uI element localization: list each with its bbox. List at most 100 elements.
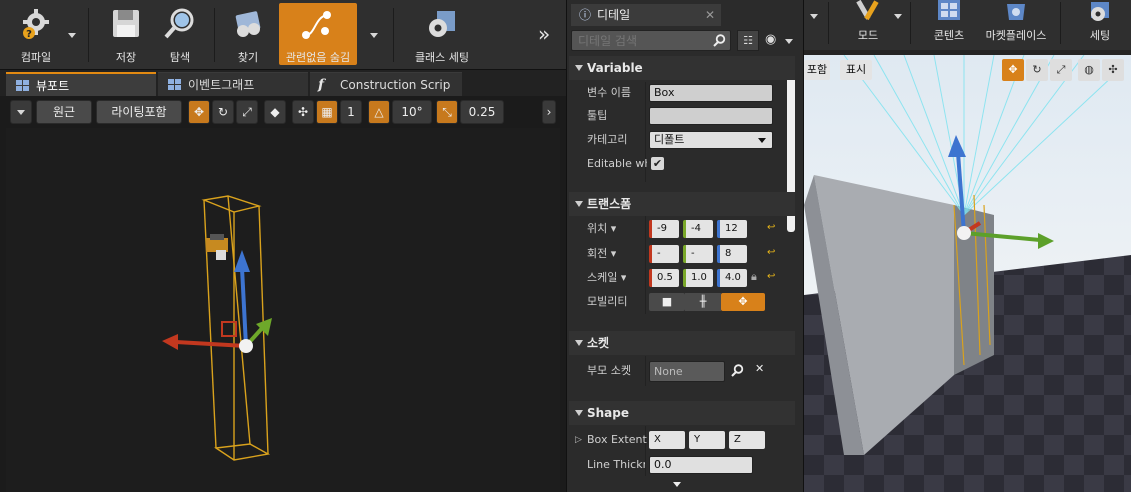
scale-mode-icon[interactable]: ⤢ <box>236 100 258 124</box>
toolbar-divider <box>393 8 394 62</box>
mobility-movable-button[interactable]: ✥ <box>721 293 765 311</box>
surface-snapping-icon[interactable]: ✣ <box>1102 59 1124 81</box>
svg-text:?: ? <box>26 29 32 40</box>
modes-tools-icon <box>856 0 879 21</box>
visibility-options-chevron-icon[interactable] <box>785 39 793 44</box>
find-button[interactable]: 찾기 <box>220 3 276 65</box>
browse-button[interactable]: 탐색 <box>152 3 208 65</box>
scale-snap-value[interactable]: 0.25 <box>460 100 504 124</box>
parent-socket-field[interactable]: None <box>649 361 725 382</box>
rotation-y-field[interactable]: - <box>683 245 713 263</box>
variable-name-field[interactable]: Box <box>649 84 773 102</box>
rotation-x-field[interactable]: - <box>649 245 679 263</box>
rotation-label[interactable]: 회전 ▾ <box>587 245 616 263</box>
reset-rotation-icon[interactable]: ↩ <box>767 247 775 258</box>
rotate-mode-icon[interactable]: ↻ <box>1026 59 1048 81</box>
viewport-options-button[interactable] <box>10 100 32 124</box>
marketplace-icon <box>1007 4 1025 20</box>
reset-scale-icon[interactable]: ↩ <box>767 271 775 282</box>
tooltip-field[interactable] <box>649 107 773 125</box>
compile-button[interactable]: ? 컴파일 <box>6 3 66 65</box>
rotation-snap-value[interactable]: 10° <box>392 100 432 124</box>
lit-view-mode-button[interactable]: 라이팅포함 <box>96 100 182 124</box>
tab-construction-script[interactable]: f Construction Scrip <box>310 72 462 96</box>
scale-x-field[interactable]: 0.5 <box>649 269 679 287</box>
section-shape[interactable]: Shape <box>569 401 795 425</box>
content-browser-icon <box>938 0 960 20</box>
tab-event-graph[interactable]: 이벤트그래프 <box>158 72 308 96</box>
location-x-field[interactable]: -9 <box>649 220 679 238</box>
rotate-mode-icon[interactable]: ↻ <box>212 100 234 124</box>
category-chevron-down-icon <box>758 138 766 143</box>
lock-scale-icon[interactable]: 🔒︎ <box>751 270 757 284</box>
line-thickness-field[interactable]: 0.0 <box>649 456 753 474</box>
class-settings-button[interactable]: 클래스 세팅 <box>402 3 482 65</box>
details-search-input[interactable] <box>571 30 731 51</box>
show-flags-button[interactable]: 표시 <box>840 60 872 80</box>
hide-unrelated-button[interactable]: 관련없음 숨김 <box>279 3 357 65</box>
grid-snap-value[interactable]: 1 <box>340 100 362 124</box>
local-world-icon[interactable]: ✣ <box>292 100 314 124</box>
viewport-realtime-chip[interactable]: 포함 <box>804 60 830 80</box>
mobility-stationary-button[interactable]: ╫ <box>685 293 721 311</box>
box-extent-expand-icon[interactable]: ▷ <box>575 431 582 449</box>
tab-viewport[interactable]: 뷰포트 <box>6 72 156 96</box>
rotation-label-text: 회전 <box>587 247 608 260</box>
more-properties-chevron-icon[interactable] <box>673 482 681 487</box>
scale-snap-icon[interactable]: ⤡ <box>436 100 458 124</box>
location-y-field[interactable]: -4 <box>683 220 713 238</box>
location-label[interactable]: 위치 ▾ <box>587 220 616 238</box>
magnifier-icon <box>164 8 194 39</box>
viewport-toolbar: 원근 라이팅포함 ✥ ↻ ⤢ ◆ ✣ ▦ 1 △ 10° ⤡ 0.25 › <box>6 98 560 128</box>
visibility-eye-icon[interactable]: ◉ <box>765 32 776 47</box>
grid-snap-icon[interactable]: ▦ <box>316 100 338 124</box>
perspective-button[interactable]: 원근 <box>36 100 92 124</box>
marketplace-label: 마켓플레이스 <box>985 29 1047 42</box>
mobility-static-button[interactable]: ■ <box>649 293 685 311</box>
scale-y-field[interactable]: 1.0 <box>683 269 713 287</box>
save-button[interactable]: 저장 <box>98 3 154 65</box>
toolbar-options-chevron-icon[interactable] <box>810 14 818 19</box>
close-icon[interactable]: ✕ <box>705 4 715 26</box>
translate-mode-icon[interactable]: ✥ <box>188 100 210 124</box>
level-viewport[interactable] <box>804 55 1131 492</box>
translate-mode-icon[interactable]: ✥ <box>1002 59 1024 81</box>
section-sockets[interactable]: 소켓 <box>569 331 795 355</box>
section-variable[interactable]: Variable <box>569 56 795 80</box>
compile-options-chevron-icon[interactable] <box>68 33 76 38</box>
modes-button[interactable]: 모드 <box>840 0 902 48</box>
scale-mode-icon[interactable]: ⤢ <box>1050 59 1072 81</box>
content-button[interactable]: 콘텐츠 <box>922 0 976 48</box>
box-extent-y-field[interactable]: Y <box>689 431 725 449</box>
section-transform[interactable]: 트랜스폼 <box>569 192 795 216</box>
world-space-icon[interactable]: ◍ <box>1078 59 1100 81</box>
clear-socket-icon[interactable]: ✕ <box>755 362 764 375</box>
reset-location-icon[interactable]: ↩ <box>767 222 775 233</box>
settings-button[interactable]: 세팅 <box>1072 0 1128 48</box>
category-label: 카테고리 <box>587 133 628 146</box>
modes-label: 모드 <box>857 29 879 42</box>
browse-socket-magnifier-icon[interactable] <box>731 364 744 377</box>
viewport-toolbar-expand-icon[interactable]: › <box>542 100 556 124</box>
box-extent-x-field[interactable]: X <box>649 431 685 449</box>
scale-z-field[interactable]: 4.0 <box>717 269 747 287</box>
tab-construction-script-label: Construction Scrip <box>340 78 451 92</box>
surface-snapping-icon[interactable]: ◆ <box>264 100 286 124</box>
rotation-snap-icon[interactable]: △ <box>368 100 390 124</box>
editable-when-inherited-checkbox[interactable]: ✔ <box>651 157 664 170</box>
save-label: 저장 <box>115 51 137 64</box>
binoculars-icon <box>235 11 261 37</box>
blueprint-viewport[interactable] <box>6 128 560 492</box>
rotation-z-field[interactable]: 8 <box>717 245 747 263</box>
box-extent-z-field[interactable]: Z <box>729 431 765 449</box>
details-tab[interactable]: ⓘ 디테일 ✕ <box>571 4 721 26</box>
scale-label[interactable]: 스케일 ▾ <box>587 269 626 287</box>
category-dropdown[interactable]: 디폴트 <box>649 131 773 149</box>
section-variable-label: Variable <box>587 61 643 75</box>
location-z-field[interactable]: 12 <box>717 220 747 238</box>
hide-unrelated-options-chevron-icon[interactable] <box>370 33 378 38</box>
toolbar-overflow-chevron-icon[interactable]: » <box>538 22 550 46</box>
property-matrix-icon[interactable]: ☷ <box>737 30 759 51</box>
marketplace-button[interactable]: 마켓플레이스 <box>980 0 1052 48</box>
hide-unrelated-nodes-icon <box>302 11 331 39</box>
